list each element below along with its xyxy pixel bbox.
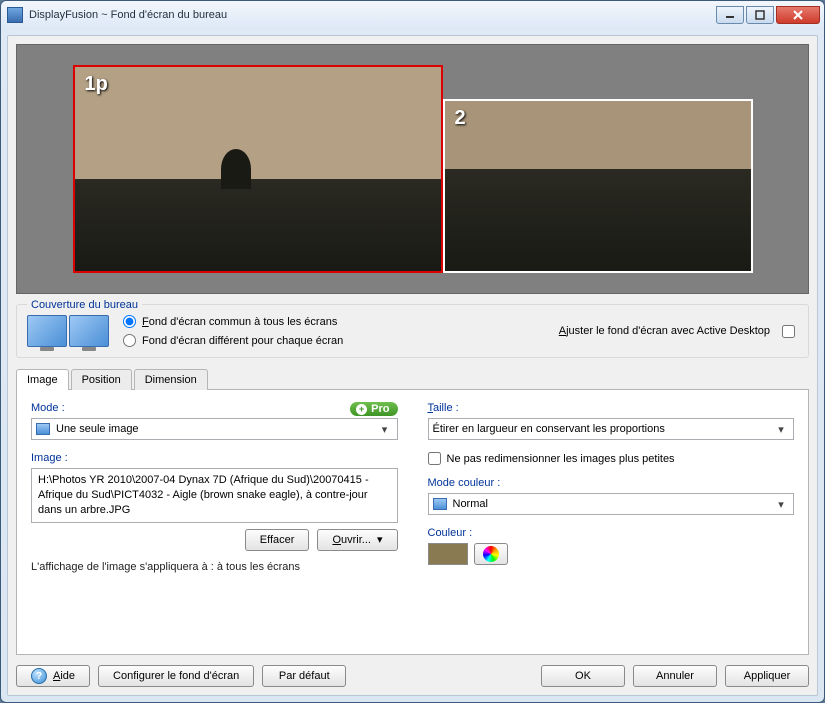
color-mode-value: Normal bbox=[453, 498, 488, 510]
image-path-textbox[interactable]: H:\Photos YR 2010\2007-04 Dynax 7D (Afri… bbox=[31, 468, 398, 523]
pro-badge: Pro bbox=[350, 402, 397, 416]
radio-different-label: Fond d'écran différent pour chaque écran bbox=[142, 335, 343, 347]
color-wheel-icon bbox=[483, 546, 499, 562]
cancel-button[interactable]: Annuler bbox=[633, 665, 717, 687]
ok-button[interactable]: OK bbox=[541, 665, 625, 687]
color-picker-button[interactable] bbox=[474, 543, 508, 565]
help-button-label: Aide bbox=[53, 670, 75, 682]
minimize-button[interactable] bbox=[716, 6, 744, 24]
mode-combo[interactable]: Une seule image ▾ bbox=[31, 418, 398, 440]
open-button[interactable]: Ouvrir... ▾ bbox=[317, 529, 397, 551]
monitor-label-2: 2 bbox=[455, 107, 466, 130]
help-icon: ? bbox=[31, 668, 47, 684]
image-path-label: Image : bbox=[31, 452, 398, 464]
radio-common-wallpaper[interactable]: Fond d'écran commun à tous les écrans bbox=[123, 315, 343, 328]
monitor-icon bbox=[36, 423, 50, 435]
tab-position[interactable]: Position bbox=[71, 369, 132, 390]
mode-value: Une seule image bbox=[56, 423, 139, 435]
apply-button[interactable]: Appliquer bbox=[725, 665, 809, 687]
maximize-button[interactable] bbox=[746, 6, 774, 24]
window-title: DisplayFusion ~ Fond d'écran du bureau bbox=[29, 9, 716, 21]
active-desktop-checkbox[interactable] bbox=[782, 325, 795, 338]
radio-common-label: Fond d'écran commun à tous les écrans bbox=[142, 316, 337, 328]
wallpaper-preview[interactable]: 1p 2 bbox=[16, 44, 809, 294]
configure-wallpaper-button[interactable]: Configurer le fond d'écran bbox=[98, 665, 254, 687]
color-swatch[interactable] bbox=[428, 543, 468, 565]
bird-silhouette bbox=[221, 149, 251, 189]
no-resize-checkbox[interactable] bbox=[428, 452, 441, 465]
tab-image[interactable]: Image bbox=[16, 369, 69, 390]
clear-button[interactable]: Effacer bbox=[245, 529, 310, 551]
size-label: Taille : bbox=[428, 402, 795, 414]
window-frame: DisplayFusion ~ Fond d'écran du bureau 1… bbox=[0, 0, 825, 703]
size-combo[interactable]: Étirer en largueur en conservant les pro… bbox=[428, 418, 795, 440]
help-button[interactable]: ? Aide bbox=[16, 665, 90, 687]
chevron-down-icon: ▾ bbox=[773, 496, 789, 512]
tab-dimension[interactable]: Dimension bbox=[134, 369, 208, 390]
active-desktop-label: Ajuster le fond d'écran avec Active Desk… bbox=[559, 325, 770, 337]
app-icon bbox=[7, 7, 23, 23]
mode-label: Mode : bbox=[31, 402, 398, 414]
color-label: Couleur : bbox=[428, 527, 795, 539]
no-resize-label: Ne pas redimensionner les images plus pe… bbox=[447, 453, 675, 465]
color-mode-label: Mode couleur : bbox=[428, 477, 795, 489]
chevron-down-icon: ▾ bbox=[773, 421, 789, 437]
open-button-label: Ouvrir... bbox=[332, 534, 371, 546]
coverage-group: Couverture du bureau Fond d'écran commun… bbox=[16, 304, 809, 358]
monitor-icon bbox=[433, 498, 447, 510]
chevron-down-icon: ▾ bbox=[377, 421, 393, 437]
coverage-legend: Couverture du bureau bbox=[27, 299, 142, 311]
titlebar[interactable]: DisplayFusion ~ Fond d'écran du bureau bbox=[1, 1, 824, 29]
chevron-down-icon: ▾ bbox=[377, 533, 383, 546]
client-area: 1p 2 Couverture du bureau Fond d'écran c… bbox=[7, 35, 818, 696]
tab-panel-image: Pro Mode : Une seule image ▾ Image : H:\… bbox=[16, 389, 809, 655]
apply-scope-note: L'affichage de l'image s'appliquera à : … bbox=[31, 561, 398, 573]
default-button[interactable]: Par défaut bbox=[262, 665, 346, 687]
color-mode-combo[interactable]: Normal ▾ bbox=[428, 493, 795, 515]
tab-bar: Image Position Dimension bbox=[16, 368, 809, 389]
size-value: Étirer en largueur en conservant les pro… bbox=[433, 423, 665, 435]
radio-different-wallpaper[interactable]: Fond d'écran différent pour chaque écran bbox=[123, 334, 343, 347]
radio-different-input[interactable] bbox=[123, 334, 136, 347]
close-button[interactable] bbox=[776, 6, 820, 24]
no-resize-checkbox-row[interactable]: Ne pas redimensionner les images plus pe… bbox=[428, 452, 795, 465]
monitor-preview-1[interactable]: 1p bbox=[73, 65, 443, 273]
dual-monitor-icon bbox=[27, 315, 109, 347]
monitor-label-1: 1p bbox=[85, 73, 108, 96]
radio-common-input[interactable] bbox=[123, 315, 136, 328]
dialog-button-bar: ? Aide Configurer le fond d'écran Par dé… bbox=[16, 655, 809, 687]
monitor-preview-2[interactable]: 2 bbox=[443, 99, 753, 273]
